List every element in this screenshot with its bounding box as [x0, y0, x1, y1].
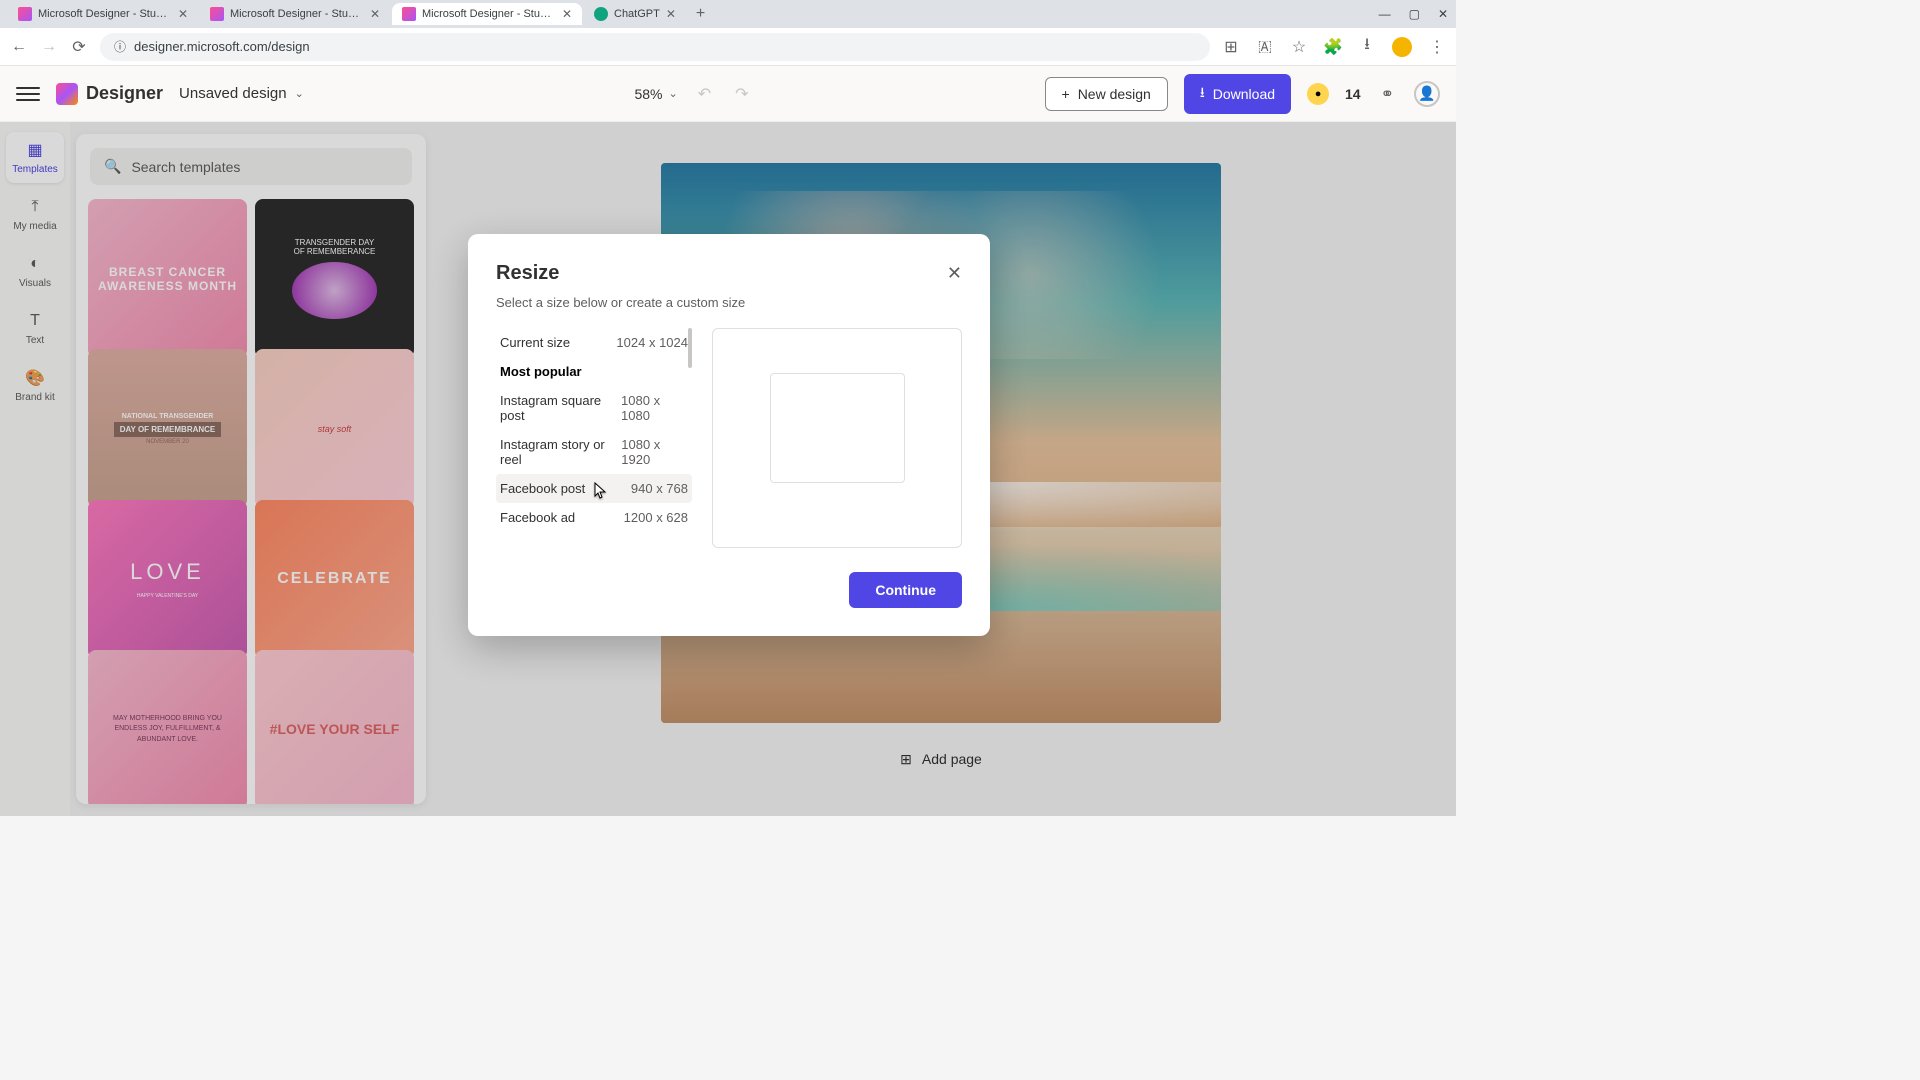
extensions-icon[interactable]: 🧩 [1324, 38, 1342, 56]
size-label: Instagram story or reel [500, 437, 621, 467]
user-avatar[interactable]: 👤 [1414, 81, 1440, 107]
chevron-down-icon: ⌄ [295, 87, 304, 100]
browser-toolbar: ← → ⟳ ⓘ designer.microsoft.com/design ⊞ … [0, 28, 1456, 66]
download-icon: ⭳ [1200, 82, 1205, 106]
continue-button[interactable]: Continue [849, 572, 962, 608]
close-window-icon[interactable]: ✕ [1438, 7, 1448, 21]
size-list[interactable]: Current size 1024 x 1024 Most popular In… [496, 328, 692, 528]
logo-mark-icon [56, 83, 78, 105]
minimize-icon[interactable]: — [1379, 7, 1391, 21]
tab-title: Microsoft Designer - Stunning [422, 8, 556, 20]
plus-icon: + [1062, 86, 1070, 102]
translate-icon[interactable]: 🇦 [1256, 38, 1274, 56]
size-label: Instagram square post [500, 393, 621, 423]
size-preview-pane [712, 328, 962, 548]
profile-avatar-icon[interactable] [1392, 37, 1412, 57]
chevron-down-icon: ⌄ [668, 87, 677, 100]
size-option-fb-ad[interactable]: Facebook ad 1200 x 628 [496, 503, 692, 528]
download-label: Download [1213, 86, 1275, 102]
size-label: Current size [500, 335, 570, 350]
redo-icon: ↷ [731, 80, 752, 108]
hamburger-menu-icon[interactable] [16, 82, 40, 106]
size-option-current[interactable]: Current size 1024 x 1024 [496, 328, 692, 357]
new-design-label: New design [1078, 86, 1151, 102]
size-dim: 1024 x 1024 [616, 335, 688, 350]
resize-modal: Resize ✕ Select a size below or create a… [468, 234, 990, 636]
scrollbar-thumb[interactable] [688, 328, 692, 368]
coin-count: 14 [1345, 86, 1361, 102]
size-dim: 940 x 768 [631, 481, 688, 496]
browser-actions: ⊞ 🇦 ☆ 🧩 ⭳ ⋮ [1222, 37, 1446, 57]
forward-icon: → [40, 38, 58, 56]
app-header: Designer Unsaved design ⌄ 58% ⌄ ↶ ↷ + Ne… [0, 66, 1456, 122]
tab-title: ChatGPT [614, 8, 660, 20]
close-icon[interactable]: ✕ [562, 7, 572, 21]
more-icon[interactable]: ⋮ [1428, 38, 1446, 56]
site-info-icon[interactable]: ⓘ [114, 38, 126, 55]
size-option-ig-square[interactable]: Instagram square post 1080 x 1080 [496, 386, 692, 430]
logo-text: Designer [86, 83, 163, 104]
download-button[interactable]: ⭳ Download [1184, 74, 1291, 114]
browser-tab-active[interactable]: Microsoft Designer - Stunning ✕ [392, 3, 582, 25]
size-dim: 1080 x 1080 [621, 393, 688, 423]
design-name-text: Unsaved design [179, 85, 287, 102]
size-section-header: Most popular [496, 357, 692, 386]
install-app-icon[interactable]: ⊞ [1222, 38, 1240, 56]
undo-icon: ↶ [694, 80, 715, 108]
favicon-designer-icon [210, 7, 224, 21]
browser-tab-strip: Microsoft Designer - Stunning ✕ Microsof… [0, 0, 1456, 28]
preview-shape [770, 373, 905, 483]
browser-tab[interactable]: Microsoft Designer - Stunning ✕ [200, 3, 390, 25]
size-dim: 1200 x 628 [624, 510, 688, 525]
browser-tab[interactable]: ChatGPT ✕ [584, 3, 686, 25]
zoom-value: 58% [634, 86, 662, 102]
url-text: designer.microsoft.com/design [134, 39, 310, 54]
size-dim: 1080 x 1920 [621, 437, 688, 467]
size-option-fb-post[interactable]: Facebook post 940 x 768 [496, 474, 692, 503]
new-design-button[interactable]: + New design [1045, 77, 1168, 111]
size-option-ig-story[interactable]: Instagram story or reel 1080 x 1920 [496, 430, 692, 474]
close-icon[interactable]: ✕ [370, 7, 380, 21]
maximize-icon[interactable]: ▢ [1409, 7, 1420, 21]
new-tab-button[interactable]: + [688, 5, 713, 23]
share-icon[interactable]: ⚭ [1377, 80, 1398, 108]
bookmark-icon[interactable]: ☆ [1290, 38, 1308, 56]
tab-title: Microsoft Designer - Stunning [38, 8, 172, 20]
favicon-chatgpt-icon [594, 7, 608, 21]
window-controls: — ▢ ✕ [1379, 7, 1448, 21]
modal-subtitle: Select a size below or create a custom s… [496, 295, 962, 310]
size-label: Facebook post [500, 481, 585, 496]
size-label: Facebook ad [500, 510, 575, 525]
reload-icon[interactable]: ⟳ [70, 38, 88, 56]
design-name-dropdown[interactable]: Unsaved design ⌄ [179, 85, 304, 102]
downloads-icon[interactable]: ⭳ [1358, 38, 1376, 56]
modal-close-button[interactable]: ✕ [947, 263, 962, 284]
tab-title: Microsoft Designer - Stunning [230, 8, 364, 20]
back-icon[interactable]: ← [10, 38, 28, 56]
designer-logo[interactable]: Designer [56, 83, 163, 105]
close-icon[interactable]: ✕ [666, 7, 676, 21]
favicon-designer-icon [18, 7, 32, 21]
coin-icon[interactable]: ● [1307, 83, 1329, 105]
close-icon[interactable]: ✕ [178, 7, 188, 21]
address-bar[interactable]: ⓘ designer.microsoft.com/design [100, 33, 1210, 61]
favicon-designer-icon [402, 7, 416, 21]
user-icon: 👤 [1418, 85, 1435, 102]
modal-title: Resize [496, 262, 559, 285]
browser-tab[interactable]: Microsoft Designer - Stunning ✕ [8, 3, 198, 25]
zoom-control[interactable]: 58% ⌄ [634, 86, 677, 102]
